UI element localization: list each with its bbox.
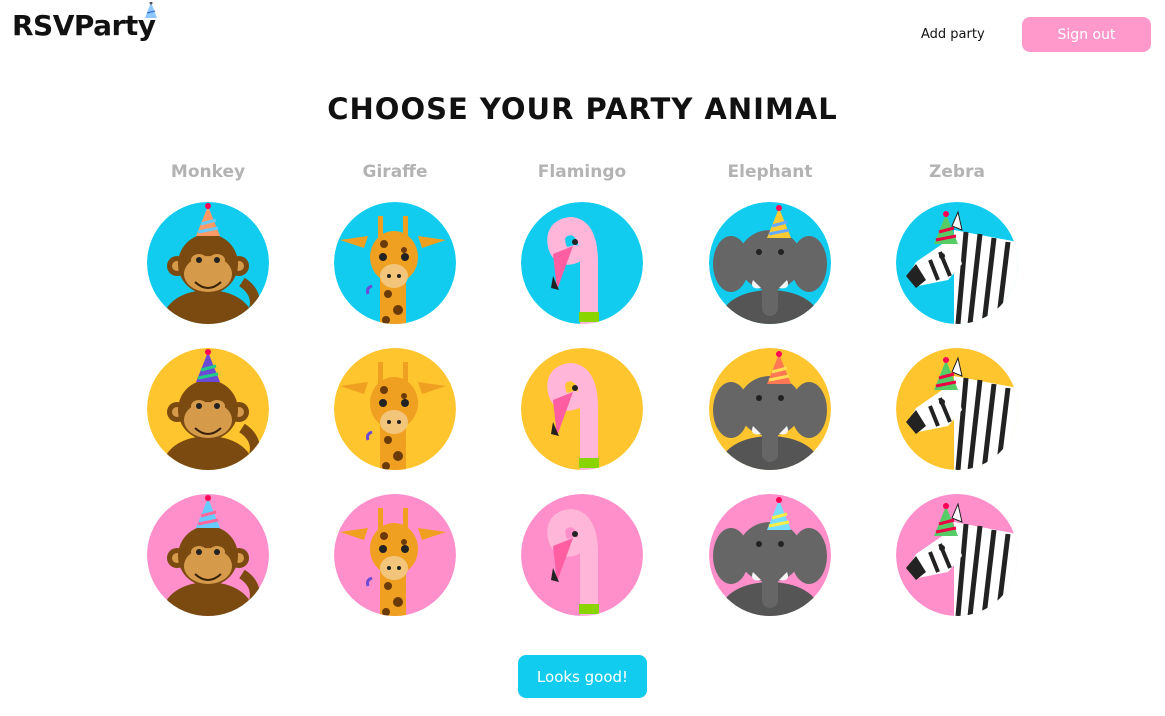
elephant-avatar-option[interactable] xyxy=(709,202,831,324)
column-label-elephant: Elephant xyxy=(727,162,813,182)
elephant-icon xyxy=(709,494,831,616)
looks-good-button[interactable]: Looks good! xyxy=(518,655,647,698)
column-label-monkey: Monkey xyxy=(170,162,246,182)
party-hat-icon xyxy=(144,2,157,18)
giraffe-icon xyxy=(334,348,456,470)
giraffe-icon xyxy=(334,494,456,616)
giraffe-icon xyxy=(334,202,456,324)
monkey-avatar-option[interactable] xyxy=(147,202,269,324)
elephant-avatar-option[interactable] xyxy=(709,494,831,616)
sign-out-button[interactable]: Sign out xyxy=(1022,17,1151,52)
rsvparty-logo[interactable]: RSVParty xyxy=(12,2,157,44)
giraffe-avatar-option[interactable] xyxy=(334,202,456,324)
zebra-icon xyxy=(896,348,1018,470)
monkey-avatar-option[interactable] xyxy=(147,348,269,470)
zebra-avatar-option[interactable] xyxy=(896,202,1018,324)
elephant-icon xyxy=(709,202,831,324)
column-label-zebra: Zebra xyxy=(929,162,985,182)
monkey-icon xyxy=(147,202,269,324)
flamingo-icon xyxy=(521,348,643,470)
flamingo-avatar-option[interactable] xyxy=(521,202,643,324)
zebra-avatar-option[interactable] xyxy=(896,348,1018,470)
flamingo-avatar-option[interactable] xyxy=(521,494,643,616)
flamingo-icon xyxy=(521,202,643,324)
monkey-avatar-option[interactable] xyxy=(147,494,269,616)
zebra-icon xyxy=(896,494,1018,616)
monkey-icon xyxy=(147,494,269,616)
zebra-avatar-option[interactable] xyxy=(896,494,1018,616)
giraffe-avatar-option[interactable] xyxy=(334,494,456,616)
zebra-icon xyxy=(896,202,1018,324)
flamingo-avatar-option[interactable] xyxy=(521,348,643,470)
column-label-flamingo: Flamingo xyxy=(537,162,627,182)
column-label-giraffe: Giraffe xyxy=(362,162,428,182)
page-title: CHOOSE YOUR PARTY ANIMAL xyxy=(327,92,838,126)
monkey-icon xyxy=(147,348,269,470)
giraffe-avatar-option[interactable] xyxy=(334,348,456,470)
flamingo-icon xyxy=(521,494,643,616)
add-party-link[interactable]: Add party xyxy=(921,27,985,42)
header: RSVParty Add party Sign out xyxy=(0,0,1165,60)
logo-text: RSVParty xyxy=(12,9,156,42)
elephant-icon xyxy=(709,348,831,470)
elephant-avatar-option[interactable] xyxy=(709,348,831,470)
